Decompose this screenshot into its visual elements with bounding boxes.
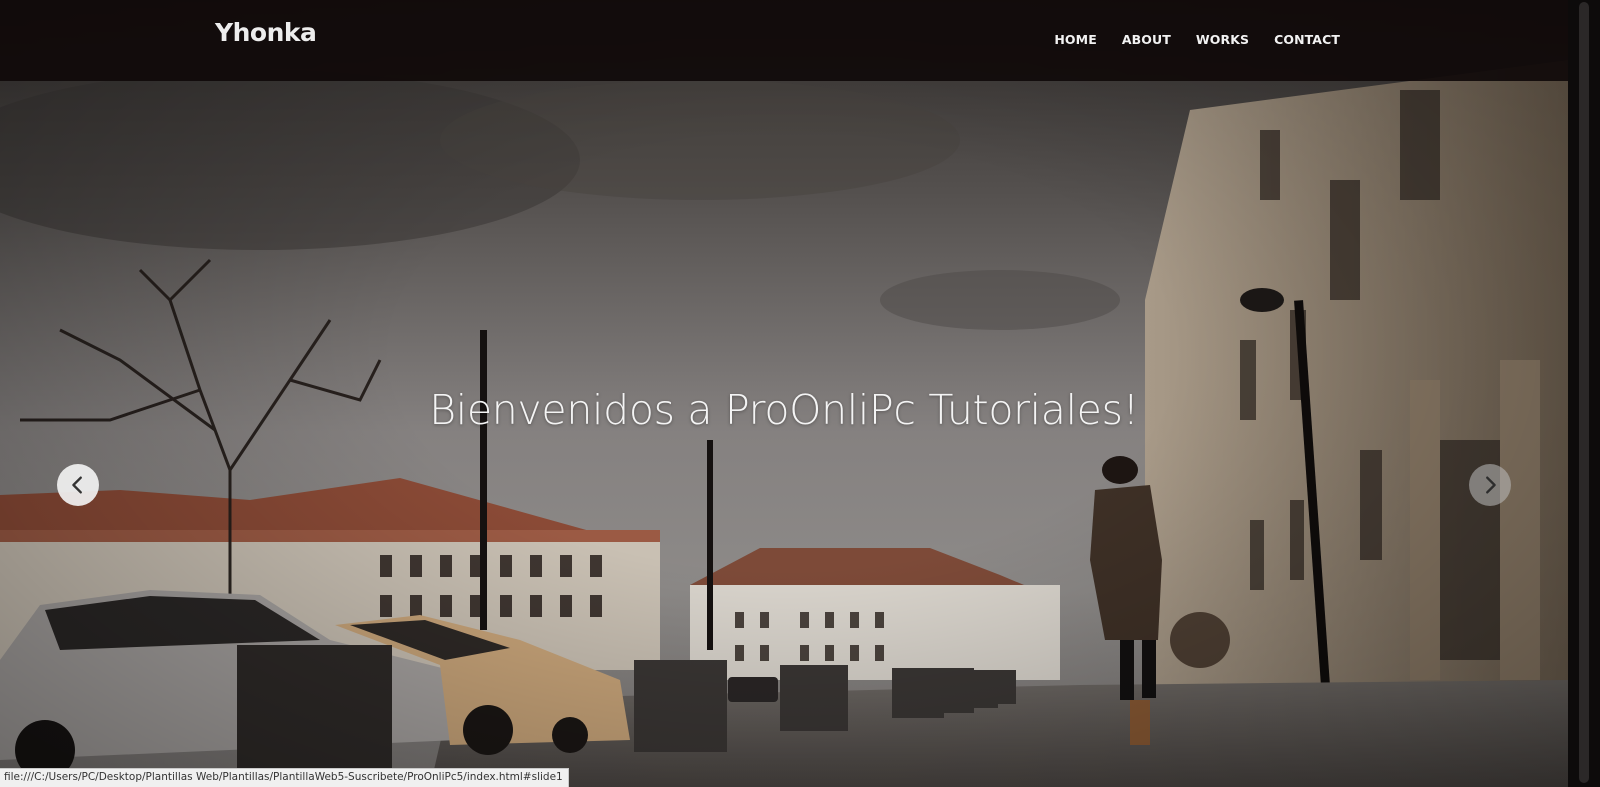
nav-link-works[interactable]: WORKS <box>1196 32 1249 47</box>
nav-link-about[interactable]: ABOUT <box>1122 32 1171 47</box>
hero-slide: Bienvenidos a ProOnliPc Tutoriales! <box>0 0 1568 787</box>
chevron-left-icon <box>72 476 82 494</box>
nav-item-home: HOME <box>1054 31 1096 49</box>
slide-caption: Bienvenidos a ProOnliPc Tutoriales! <box>429 386 1139 434</box>
vertical-scrollbar[interactable] <box>1568 0 1600 787</box>
scrollbar-thumb[interactable] <box>1579 2 1589 783</box>
nav-link-contact[interactable]: CONTACT <box>1274 32 1340 47</box>
slider-prev-button[interactable] <box>57 464 99 506</box>
top-navbar: Yhonka HOME ABOUT WORKS CONTACT <box>0 0 1568 81</box>
nav-menu: HOME ABOUT WORKS CONTACT <box>1054 31 1340 49</box>
nav-item-about: ABOUT <box>1122 31 1171 49</box>
status-bar-url: file:///C:/Users/PC/Desktop/Plantillas W… <box>0 768 569 787</box>
nav-item-contact: CONTACT <box>1274 31 1340 49</box>
slider-next-button[interactable] <box>1469 464 1511 506</box>
nav-item-works: WORKS <box>1196 31 1249 49</box>
nav-link-home[interactable]: HOME <box>1054 32 1096 47</box>
brand-logo[interactable]: Yhonka <box>215 18 317 47</box>
chevron-right-icon <box>1486 476 1496 494</box>
